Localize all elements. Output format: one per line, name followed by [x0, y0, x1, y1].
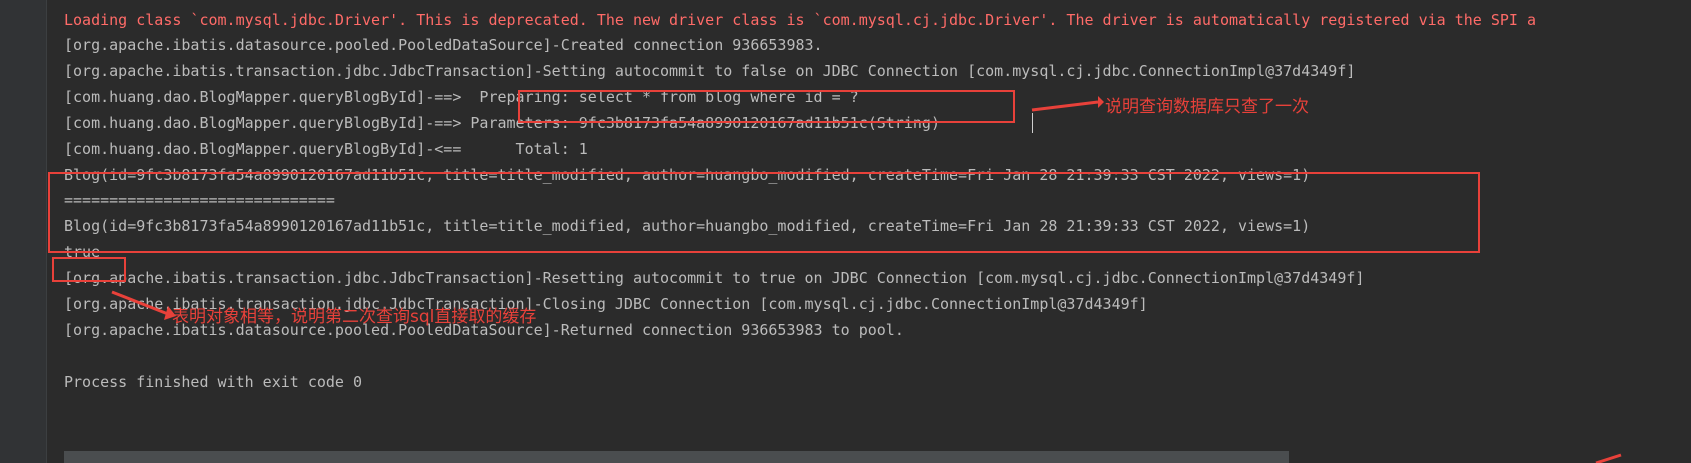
horizontal-scrollbar[interactable]	[64, 451, 1289, 463]
arrow-to-true-icon	[111, 290, 176, 320]
console-window: ....... ....... ........ . ..... ...... …	[0, 0, 1691, 463]
annotation-same-object: 表明对象相等，说明第二次查询sql直接取的缓存	[172, 307, 537, 327]
annotation-arrows	[111, 96, 1622, 463]
arrow-corner-icon	[1595, 453, 1622, 463]
annotation-sql-once: 说明查询数据库只查了一次	[1105, 97, 1309, 117]
arrow-to-preparing-icon	[1031, 96, 1104, 112]
